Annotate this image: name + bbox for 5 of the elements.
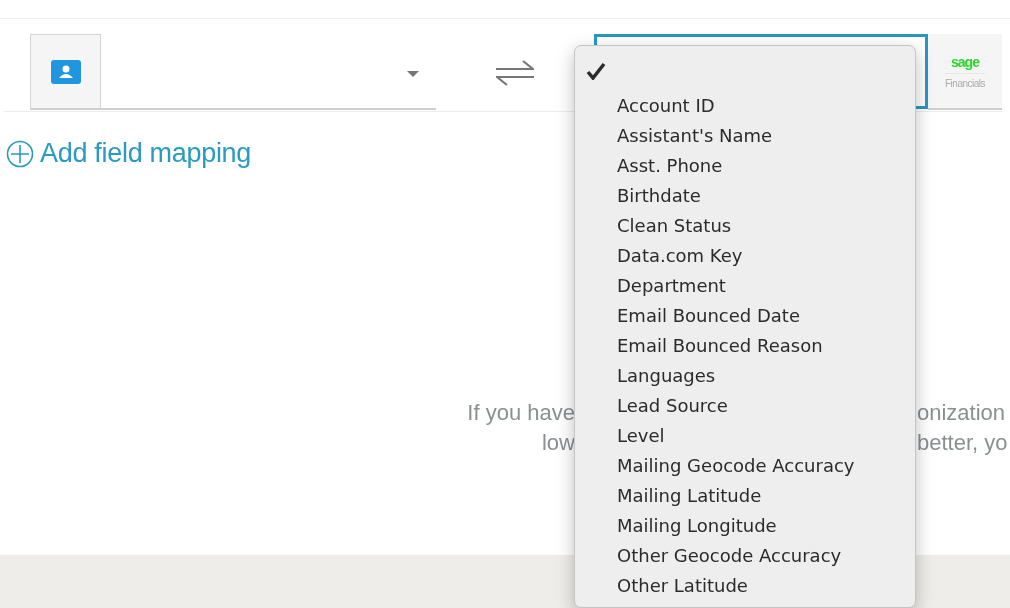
info-text: low — [542, 428, 575, 457]
info-text: better, yo — [917, 428, 1009, 457]
info-text: onization — [917, 398, 1007, 427]
info-text: If you have — [467, 398, 575, 427]
sage-logo: sage Financials — [928, 34, 1002, 110]
